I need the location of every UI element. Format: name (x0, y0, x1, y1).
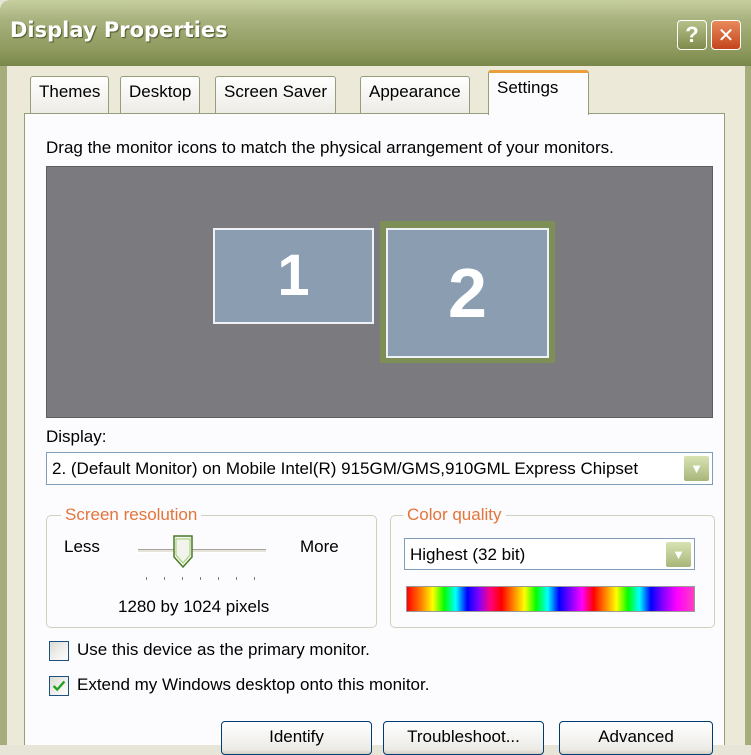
slider-tick (236, 577, 237, 580)
primary-monitor-checkbox[interactable] (49, 641, 69, 661)
slider-tick (182, 577, 183, 580)
display-dropdown[interactable]: 2. (Default Monitor) on Mobile Intel(R) … (46, 452, 713, 485)
more-label: More (300, 537, 339, 556)
screen-resolution-legend: Screen resolution (61, 505, 202, 525)
color-quality-dropdown[interactable]: Highest (32 bit) ▼ (404, 538, 695, 570)
close-button[interactable]: ✕ (711, 20, 741, 50)
slider-tick (200, 577, 201, 580)
tab-label: Screen Saver (224, 82, 327, 101)
advanced-button[interactable]: Advanced (559, 721, 713, 755)
color-quality-value: Highest (32 bit) (410, 545, 526, 564)
identify-button[interactable]: Identify (221, 721, 372, 755)
color-quality-legend: Color quality (403, 505, 506, 525)
title-bar[interactable]: Display Properties ? ✕ (0, 0, 751, 66)
primary-monitor-label: Use this device as the primary monitor. (77, 640, 370, 659)
resolution-slider-thumb[interactable] (172, 535, 194, 568)
tab-screen-saver[interactable]: Screen Saver (215, 76, 336, 114)
tab-settings[interactable]: Settings (488, 70, 589, 115)
slider-tick (254, 577, 255, 580)
question-icon: ? (685, 22, 699, 47)
troubleshoot-button[interactable]: Troubleshoot... (383, 721, 544, 755)
monitor-1-icon[interactable]: 1 (213, 228, 374, 324)
extend-desktop-checkbox[interactable] (49, 676, 69, 696)
help-button[interactable]: ? (677, 20, 707, 50)
slider-tick (218, 577, 219, 580)
tab-desktop[interactable]: Desktop (120, 76, 201, 114)
extend-desktop-label: Extend my Windows desktop onto this moni… (77, 675, 430, 694)
display-dropdown-value: 2. (Default Monitor) on Mobile Intel(R) … (52, 459, 639, 478)
window-title: Display Properties (10, 18, 228, 42)
tab-label: Themes (39, 82, 101, 101)
tab-label: Desktop (129, 82, 192, 101)
display-label: Display: (46, 427, 107, 446)
monitor-number: 1 (277, 243, 310, 308)
resolution-slider-track[interactable] (138, 549, 266, 553)
chevron-down-icon[interactable]: ▼ (683, 455, 710, 482)
tab-themes[interactable]: Themes (30, 76, 110, 114)
monitor-2-icon[interactable]: 2 (386, 228, 549, 358)
instruction-text: Drag the monitor icons to match the phys… (46, 138, 614, 157)
tab-appearance[interactable]: Appearance (360, 76, 470, 114)
monitor-number: 2 (448, 254, 487, 332)
color-spectrum-bar (406, 586, 695, 612)
resolution-value-text: 1280 by 1024 pixels (118, 597, 270, 616)
monitor-arrangement-area[interactable]: 1 2 (46, 166, 713, 418)
tab-label: Settings (497, 78, 559, 97)
slider-tick (146, 577, 147, 580)
checkmark-icon (52, 680, 66, 692)
tab-label: Appearance (369, 82, 461, 101)
close-icon: ✕ (717, 23, 735, 47)
slider-tick (164, 577, 165, 580)
chevron-down-icon[interactable]: ▼ (665, 541, 692, 568)
less-label: Less (64, 537, 100, 556)
